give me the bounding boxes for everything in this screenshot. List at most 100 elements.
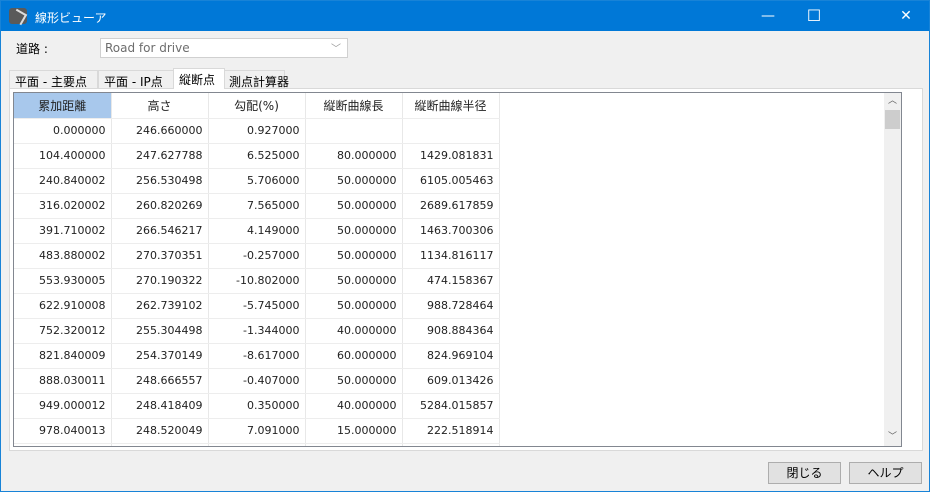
- table-cell[interactable]: 0.927000: [208, 118, 306, 144]
- table-cell[interactable]: -10.802000: [208, 268, 306, 294]
- table-cell[interactable]: 2689.617859: [402, 193, 500, 219]
- table-cell[interactable]: 949.000012: [14, 393, 112, 419]
- table-cell[interactable]: 6.525000: [208, 143, 306, 169]
- table-cell[interactable]: 5284.015857: [402, 393, 500, 419]
- table-cell[interactable]: 888.030011: [14, 368, 112, 394]
- table-cell[interactable]: 260.820269: [111, 193, 209, 219]
- table-cell[interactable]: 978.040013: [14, 418, 112, 444]
- road-select[interactable]: Road for drive ﹀: [100, 38, 348, 58]
- table-cell[interactable]: 824.969104: [402, 343, 500, 369]
- table-cell[interactable]: 256.530498: [111, 168, 209, 194]
- table-cell[interactable]: 391.710002: [14, 218, 112, 244]
- table-cell[interactable]: [305, 443, 403, 446]
- table-cell[interactable]: 988.728464: [402, 293, 500, 319]
- table-cell[interactable]: 1134.816117: [402, 243, 500, 269]
- table-cell[interactable]: 50.000000: [305, 293, 403, 319]
- table-cell[interactable]: 908.884364: [402, 318, 500, 344]
- table-cell[interactable]: 246.660000: [111, 118, 209, 144]
- table-cell[interactable]: 50.000000: [305, 218, 403, 244]
- table-cell[interactable]: 50.000000: [305, 168, 403, 194]
- table-row[interactable]: 240.840002 256.530498 5.706000 50.000000 610…: [14, 168, 500, 194]
- tab-plane-ip-points[interactable]: 平面 - IP点: [98, 70, 175, 89]
- minimize-button[interactable]: —: [745, 1, 791, 31]
- table-row[interactable]: 821.840009 254.370149 -8.617000 60.000000 82…: [14, 343, 500, 369]
- table-cell[interactable]: [208, 443, 306, 446]
- tab-plane-main-points[interactable]: 平面 - 主要点: [9, 70, 98, 89]
- table-cell[interactable]: 50.000000: [305, 243, 403, 269]
- table-cell[interactable]: 1429.081831: [402, 143, 500, 169]
- table-cell[interactable]: 270.370351: [111, 243, 209, 269]
- column-header[interactable]: 勾配(%): [208, 93, 306, 119]
- tab-profile-points[interactable]: 縦断点: [173, 68, 225, 89]
- column-header[interactable]: 縦断曲線長: [305, 93, 403, 119]
- table-cell[interactable]: 553.930005: [14, 268, 112, 294]
- scrollbar-thumb[interactable]: [885, 110, 900, 129]
- table-row[interactable]: 553.930005 270.190322 -10.802000 50.000000 4…: [14, 268, 500, 294]
- column-header[interactable]: 高さ: [111, 93, 209, 119]
- table-cell[interactable]: 240.840002: [14, 168, 112, 194]
- table-cell[interactable]: 609.013426: [402, 368, 500, 394]
- table-cell[interactable]: -8.617000: [208, 343, 306, 369]
- table-cell[interactable]: 248.418409: [111, 393, 209, 419]
- table-cell[interactable]: 262.739102: [111, 293, 209, 319]
- table-cell[interactable]: [402, 443, 500, 446]
- table-cell[interactable]: 7.091000: [208, 418, 306, 444]
- table-cell[interactable]: 255.304498: [111, 318, 209, 344]
- table-cell[interactable]: 248.520049: [111, 418, 209, 444]
- table-cell[interactable]: 622.910008: [14, 293, 112, 319]
- table-cell[interactable]: 483.880002: [14, 243, 112, 269]
- table-cell[interactable]: 80.000000: [305, 143, 403, 169]
- table-row[interactable]: 978.040013 248.520049 7.091000 15.000000 222…: [14, 418, 500, 444]
- close-button[interactable]: 閉じる: [768, 462, 841, 484]
- column-header[interactable]: 累加距離: [14, 93, 112, 119]
- help-button[interactable]: ヘルプ: [849, 462, 922, 484]
- vertical-scrollbar[interactable]: ︿ ﹀: [884, 93, 901, 446]
- table-cell[interactable]: 248.666557: [111, 368, 209, 394]
- table-row[interactable]: 104.400000 247.627788 6.525000 80.000000 142…: [14, 143, 500, 169]
- table-cell[interactable]: -0.407000: [208, 368, 306, 394]
- table-cell[interactable]: 0.350000: [208, 393, 306, 419]
- table-cell[interactable]: 247.627788: [111, 143, 209, 169]
- table-cell[interactable]: -0.257000: [208, 243, 306, 269]
- table-cell[interactable]: 474.158367: [402, 268, 500, 294]
- tab-station-calculator[interactable]: 測点計算器: [223, 70, 289, 89]
- table-cell[interactable]: 5.706000: [208, 168, 306, 194]
- table-cell[interactable]: [402, 118, 500, 144]
- table-cell[interactable]: 254.370149: [111, 343, 209, 369]
- table-row[interactable]: 752.320012 255.304498 -1.344000 40.000000 90…: [14, 318, 500, 344]
- maximize-button[interactable]: ☐: [791, 1, 837, 31]
- table-cell[interactable]: 222.518914: [402, 418, 500, 444]
- table-cell[interactable]: 270.190322: [111, 268, 209, 294]
- table-cell[interactable]: 6105.005463: [402, 168, 500, 194]
- table-cell[interactable]: [305, 118, 403, 144]
- table-cell[interactable]: -1.344000: [208, 318, 306, 344]
- table-cell[interactable]: 1463.700306: [402, 218, 500, 244]
- close-window-button[interactable]: ✕: [883, 1, 929, 31]
- table-cell[interactable]: 4.149000: [208, 218, 306, 244]
- table-cell[interactable]: 50.000000: [305, 268, 403, 294]
- table-cell[interactable]: 40.000000: [305, 393, 403, 419]
- table-row[interactable]: 622.910008 262.739102 -5.745000 50.000000 98…: [14, 293, 500, 319]
- table-row[interactable]: 391.710002 266.546217 4.149000 50.000000 146…: [14, 218, 500, 244]
- table-row[interactable]: 0.000000 246.660000 0.927000: [14, 118, 500, 144]
- table-cell[interactable]: 7.565000: [208, 193, 306, 219]
- table-row[interactable]: [14, 443, 500, 446]
- table-row[interactable]: 888.030011 248.666557 -0.407000 50.000000 60…: [14, 368, 500, 394]
- table-row[interactable]: 316.020002 260.820269 7.565000 50.000000 268…: [14, 193, 500, 219]
- table-cell[interactable]: 15.000000: [305, 418, 403, 444]
- scroll-up-icon[interactable]: ︿: [884, 93, 901, 110]
- table-row[interactable]: 949.000012 248.418409 0.350000 40.000000 528…: [14, 393, 500, 419]
- table-cell[interactable]: 60.000000: [305, 343, 403, 369]
- table-cell[interactable]: 752.320012: [14, 318, 112, 344]
- table-cell[interactable]: 50.000000: [305, 368, 403, 394]
- table-cell[interactable]: 266.546217: [111, 218, 209, 244]
- table-cell[interactable]: 316.020002: [14, 193, 112, 219]
- table-row[interactable]: 483.880002 270.370351 -0.257000 50.000000 11…: [14, 243, 500, 269]
- table-cell[interactable]: -5.745000: [208, 293, 306, 319]
- table-cell[interactable]: 104.400000: [14, 143, 112, 169]
- table-cell[interactable]: 0.000000: [14, 118, 112, 144]
- table-cell[interactable]: 40.000000: [305, 318, 403, 344]
- table-cell[interactable]: 821.840009: [14, 343, 112, 369]
- column-header[interactable]: 縦断曲線半径: [402, 93, 500, 119]
- table-cell[interactable]: 50.000000: [305, 193, 403, 219]
